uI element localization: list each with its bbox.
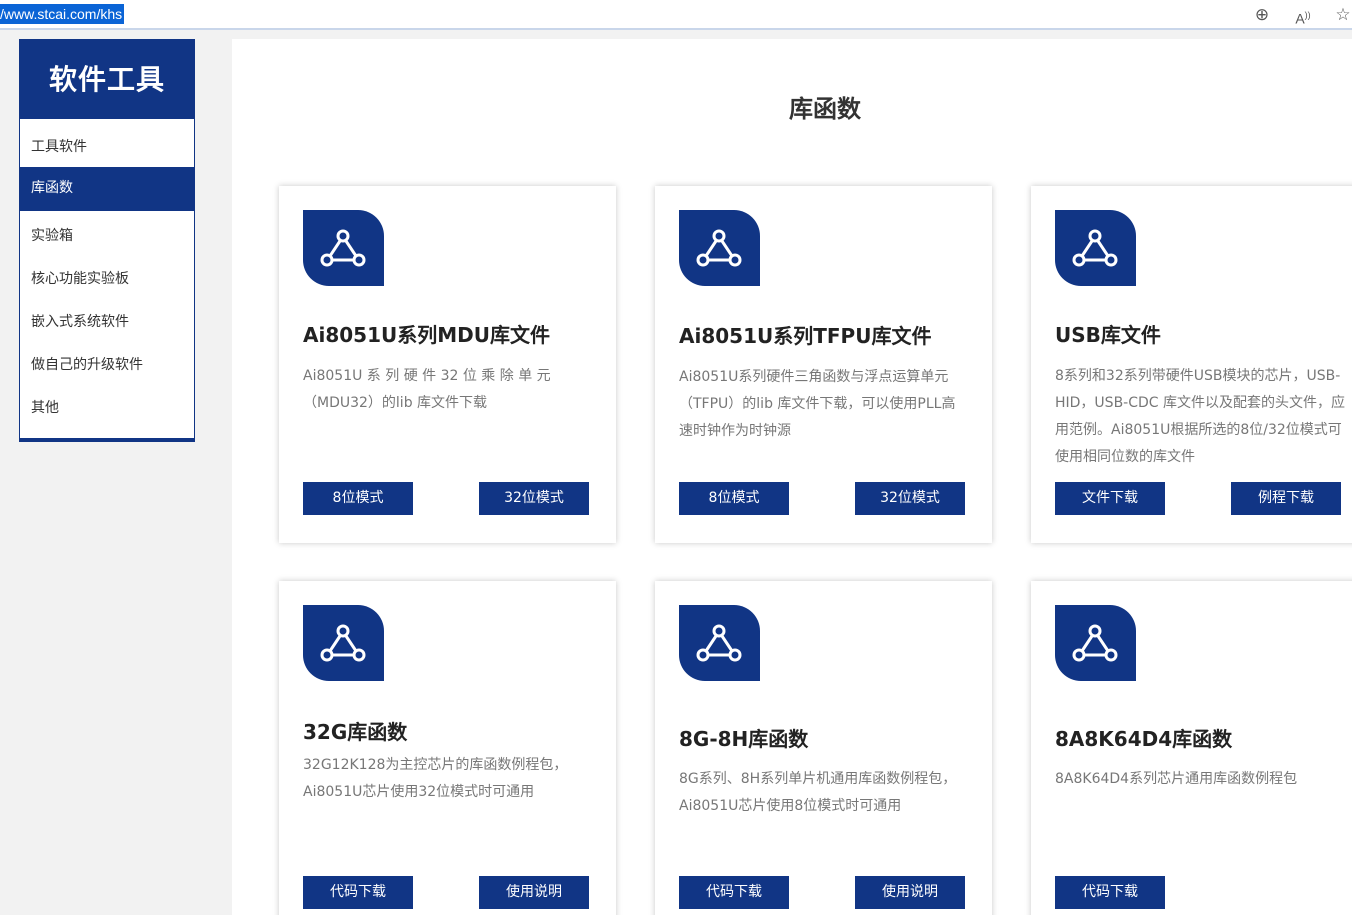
sidebar-item-other[interactable]: 其他 (20, 383, 194, 426)
code-download-button[interactable]: 代码下载 (679, 876, 789, 909)
network-nodes-icon (696, 624, 742, 662)
sidebar-title: 软件工具 (20, 40, 194, 119)
card-description: 32G12K128为主控芯片的库函数例程包，Ai8051U芯片使用32位模式时可… (303, 757, 568, 800)
network-nodes-icon (1072, 624, 1118, 662)
sidebar-item-library[interactable]: 库函数 (20, 168, 194, 211)
user-guide-button[interactable]: 使用说明 (479, 876, 589, 909)
star-icon[interactable]: ☆ (1332, 4, 1352, 26)
page-title: 库函数 (789, 95, 861, 123)
card-logo (303, 605, 384, 681)
zoom-in-icon[interactable]: ⊕ (1251, 4, 1273, 26)
card-title: Ai8051U系列TFPU库文件 (679, 324, 932, 348)
sidebar: 软件工具 工具软件 库函数 实验箱 核心功能实验板 嵌入式系统软件 做自己的升级… (19, 39, 195, 442)
sidebar-item-lab-box[interactable]: 实验箱 (20, 211, 194, 254)
sidebar-item-core-board[interactable]: 核心功能实验板 (20, 254, 194, 297)
network-nodes-icon (696, 229, 742, 267)
card-title: USB库文件 (1055, 323, 1161, 347)
card-mdu: Ai8051U系列MDU库文件 Ai8051U 系 列 硬 件 32 位 乘 除… (279, 186, 616, 543)
example-download-button[interactable]: 例程下载 (1231, 482, 1341, 515)
read-aloud-icon[interactable]: A)) (1292, 4, 1314, 27)
card-title: 32G库函数 (303, 720, 408, 744)
sidebar-footer-bar (19, 438, 195, 442)
code-download-button[interactable]: 代码下载 (303, 876, 413, 909)
8bit-mode-button[interactable]: 8位模式 (679, 482, 789, 515)
main-content: 库函数 Ai8051U系列MDU库文件 Ai8051U 系 列 硬 件 32 位… (232, 39, 1352, 915)
8bit-mode-button[interactable]: 8位模式 (303, 482, 413, 515)
network-nodes-icon (1072, 229, 1118, 267)
sidebar-item-upgrade[interactable]: 做自己的升级软件 (20, 340, 194, 383)
card-logo (1055, 210, 1136, 286)
card-description: 8A8K64D4系列芯片通用库函数例程包 (1055, 771, 1298, 787)
url-field[interactable]: /www.stcai.com/khs (0, 4, 125, 24)
card-logo (679, 210, 760, 286)
card-32g: 32G库函数 32G12K128为主控芯片的库函数例程包，Ai8051U芯片使用… (279, 581, 616, 915)
sidebar-item-tools[interactable]: 工具软件 (20, 119, 194, 168)
card-title: Ai8051U系列MDU库文件 (303, 323, 550, 347)
card-title: 8G-8H库函数 (679, 727, 809, 751)
code-download-button[interactable]: 代码下载 (1055, 876, 1165, 909)
card-logo (303, 210, 384, 286)
network-nodes-icon (320, 229, 366, 267)
card-description: Ai8051U系列硬件三角函数与浮点运算单元（TFPU）的lib 库文件下载，可… (679, 369, 956, 439)
file-download-button[interactable]: 文件下载 (1055, 482, 1165, 515)
card-title: 8A8K64D4库函数 (1055, 727, 1233, 751)
sidebar-item-embedded[interactable]: 嵌入式系统软件 (20, 297, 194, 340)
card-description: 8G系列、8H系列单片机通用库函数例程包，Ai8051U芯片使用8位模式时可通用 (679, 771, 957, 814)
32bit-mode-button[interactable]: 32位模式 (479, 482, 589, 515)
card-description: Ai8051U 系 列 硬 件 32 位 乘 除 单 元（MDU32）的lib … (303, 368, 551, 411)
card-description: 8系列和32系列带硬件USB模块的芯片，USB-HID，USB-CDC 库文件以… (1055, 368, 1346, 465)
32bit-mode-button[interactable]: 32位模式 (855, 482, 965, 515)
user-guide-button[interactable]: 使用说明 (855, 876, 965, 909)
card-8a8k64d4: 8A8K64D4库函数 8A8K64D4系列芯片通用库函数例程包 代码下载 (1031, 581, 1352, 915)
address-bar: /www.stcai.com/khs ⊕ A)) ☆ (0, 0, 1352, 30)
card-8g-8h: 8G-8H库函数 8G系列、8H系列单片机通用库函数例程包，Ai8051U芯片使… (655, 581, 992, 915)
sidebar-menu: 工具软件 库函数 实验箱 核心功能实验板 嵌入式系统软件 做自己的升级软件 其他 (20, 119, 194, 426)
card-logo (1055, 605, 1136, 681)
network-nodes-icon (320, 624, 366, 662)
card-logo (679, 605, 760, 681)
card-usb: USB库文件 8系列和32系列带硬件USB模块的芯片，USB-HID，USB-C… (1031, 186, 1352, 543)
card-tfpu: Ai8051U系列TFPU库文件 Ai8051U系列硬件三角函数与浮点运算单元（… (655, 186, 992, 543)
